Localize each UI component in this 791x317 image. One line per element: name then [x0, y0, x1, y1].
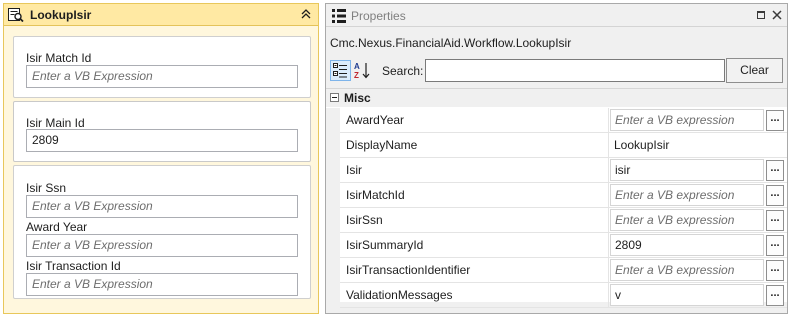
activity-header[interactable]: LookupIsir	[4, 4, 318, 26]
property-row[interactable]: DisplayName LookupIsir	[326, 133, 787, 158]
properties-title: Properties	[351, 9, 406, 23]
property-value-input[interactable]: isir	[610, 159, 764, 181]
expression-editor-button[interactable]: ...	[766, 185, 784, 206]
property-value-cell: Enter a VB expression...	[609, 258, 787, 283]
property-value-input[interactable]: Enter a VB expression	[610, 184, 764, 206]
property-row[interactable]: IsirSsn Enter a VB expression...	[326, 208, 787, 233]
award-year-label: Award Year	[26, 220, 88, 234]
property-row[interactable]: ValidationMessages v...	[326, 283, 787, 308]
award-year-input[interactable]: Enter a VB Expression	[26, 234, 298, 257]
properties-toolbar: A Z Search: Clear	[326, 57, 787, 87]
close-icon[interactable]	[770, 8, 784, 22]
expression-editor-button[interactable]: ...	[766, 160, 784, 181]
category-row-misc[interactable]: Misc	[326, 89, 787, 107]
property-value-input[interactable]: LookupIsir	[614, 137, 669, 153]
property-name[interactable]: IsirSummaryId	[340, 233, 609, 258]
property-row-gutter	[326, 108, 340, 133]
categorized-view-button[interactable]	[330, 60, 351, 81]
isir-transaction-id-label: Isir Transaction Id	[26, 259, 121, 273]
property-value-input[interactable]: 2809	[610, 234, 764, 256]
property-row-gutter	[326, 258, 340, 283]
property-value-cell: Enter a VB expression...	[609, 183, 787, 208]
alphabetical-sort-button[interactable]: A Z	[352, 60, 373, 81]
collapse-category-icon[interactable]	[330, 93, 339, 102]
isir-details-group: Isir Ssn Enter a VB Expression Award Yea…	[13, 165, 311, 299]
property-row-gutter	[326, 208, 340, 233]
clear-button[interactable]: Clear	[726, 58, 783, 83]
expression-editor-button[interactable]: ...	[766, 260, 784, 281]
isir-main-id-input[interactable]: 2809	[26, 129, 298, 152]
lookup-isir-activity[interactable]: LookupIsir Isir Match Id Enter a VB Expr…	[3, 3, 319, 314]
property-row-gutter	[326, 233, 340, 258]
restore-window-icon[interactable]	[754, 8, 768, 22]
property-name[interactable]: AwardYear	[340, 108, 609, 133]
isir-main-id-group: Isir Main Id 2809	[13, 101, 311, 162]
alphabetical-sort-icon: A Z	[354, 62, 370, 80]
property-row-gutter	[326, 133, 340, 158]
property-name[interactable]: IsirMatchId	[340, 183, 609, 208]
isir-transaction-id-input[interactable]: Enter a VB Expression	[26, 273, 298, 296]
property-row[interactable]: Isir isir...	[326, 158, 787, 183]
activity-title: LookupIsir	[30, 8, 92, 22]
property-value-cell: LookupIsir	[609, 133, 787, 158]
property-value-cell: isir...	[609, 158, 787, 183]
property-row[interactable]: IsirTransactionIdentifier Enter a VB expr…	[326, 258, 787, 283]
isir-match-id-input[interactable]: Enter a VB Expression	[26, 65, 298, 88]
property-value-input[interactable]: Enter a VB expression	[610, 109, 764, 131]
property-value-cell: v...	[609, 283, 787, 308]
property-name[interactable]: Isir	[340, 158, 609, 183]
property-row-gutter	[326, 158, 340, 183]
property-value-input[interactable]: Enter a VB expression	[610, 209, 764, 231]
property-row-gutter	[326, 183, 340, 208]
property-row[interactable]: IsirSummaryId 2809...	[326, 233, 787, 258]
expression-editor-button[interactable]: ...	[766, 110, 784, 131]
property-row-gutter	[326, 283, 340, 308]
property-grid: Misc AwardYear Enter a VB expression... Di…	[326, 88, 787, 308]
property-search-input[interactable]	[425, 59, 725, 82]
properties-panel: Properties Cmc.Nexus.FinancialAid.Workfl…	[325, 3, 788, 314]
property-value-input[interactable]: Enter a VB expression	[610, 259, 764, 281]
expression-editor-button[interactable]: ...	[766, 235, 784, 256]
properties-grid-icon	[332, 9, 346, 23]
isir-match-id-label: Isir Match Id	[26, 51, 92, 65]
expression-editor-button[interactable]: ...	[766, 285, 784, 306]
properties-titlebar[interactable]: Properties	[326, 4, 787, 27]
property-name[interactable]: ValidationMessages	[340, 283, 609, 308]
lookup-activity-icon	[8, 8, 24, 22]
category-label: Misc	[344, 91, 371, 105]
search-label: Search:	[382, 64, 424, 78]
property-value-cell: 2809...	[609, 233, 787, 258]
isir-main-id-label: Isir Main Id	[26, 116, 85, 130]
double-chevron-up-icon[interactable]	[298, 6, 314, 22]
property-value-input[interactable]: v	[610, 284, 764, 306]
svg-text:A: A	[354, 62, 360, 71]
property-row[interactable]: AwardYear Enter a VB expression...	[326, 108, 787, 133]
property-value-cell: Enter a VB expression...	[609, 208, 787, 233]
selected-object-type: Cmc.Nexus.FinancialAid.Workflow.LookupIs…	[330, 36, 572, 50]
property-value-cell: Enter a VB expression...	[609, 108, 787, 133]
isir-match-id-group: Isir Match Id Enter a VB Expression	[13, 36, 311, 98]
property-name[interactable]: DisplayName	[340, 133, 609, 158]
property-name[interactable]: IsirTransactionIdentifier	[340, 258, 609, 283]
property-row[interactable]: IsirMatchId Enter a VB expression...	[326, 183, 787, 208]
isir-ssn-label: Isir Ssn	[26, 181, 67, 195]
svg-text:Z: Z	[354, 71, 359, 80]
property-name[interactable]: IsirSsn	[340, 208, 609, 233]
categorized-view-icon	[333, 63, 347, 78]
isir-ssn-input[interactable]: Enter a VB Expression	[26, 195, 298, 218]
expression-editor-button[interactable]: ...	[766, 210, 784, 231]
